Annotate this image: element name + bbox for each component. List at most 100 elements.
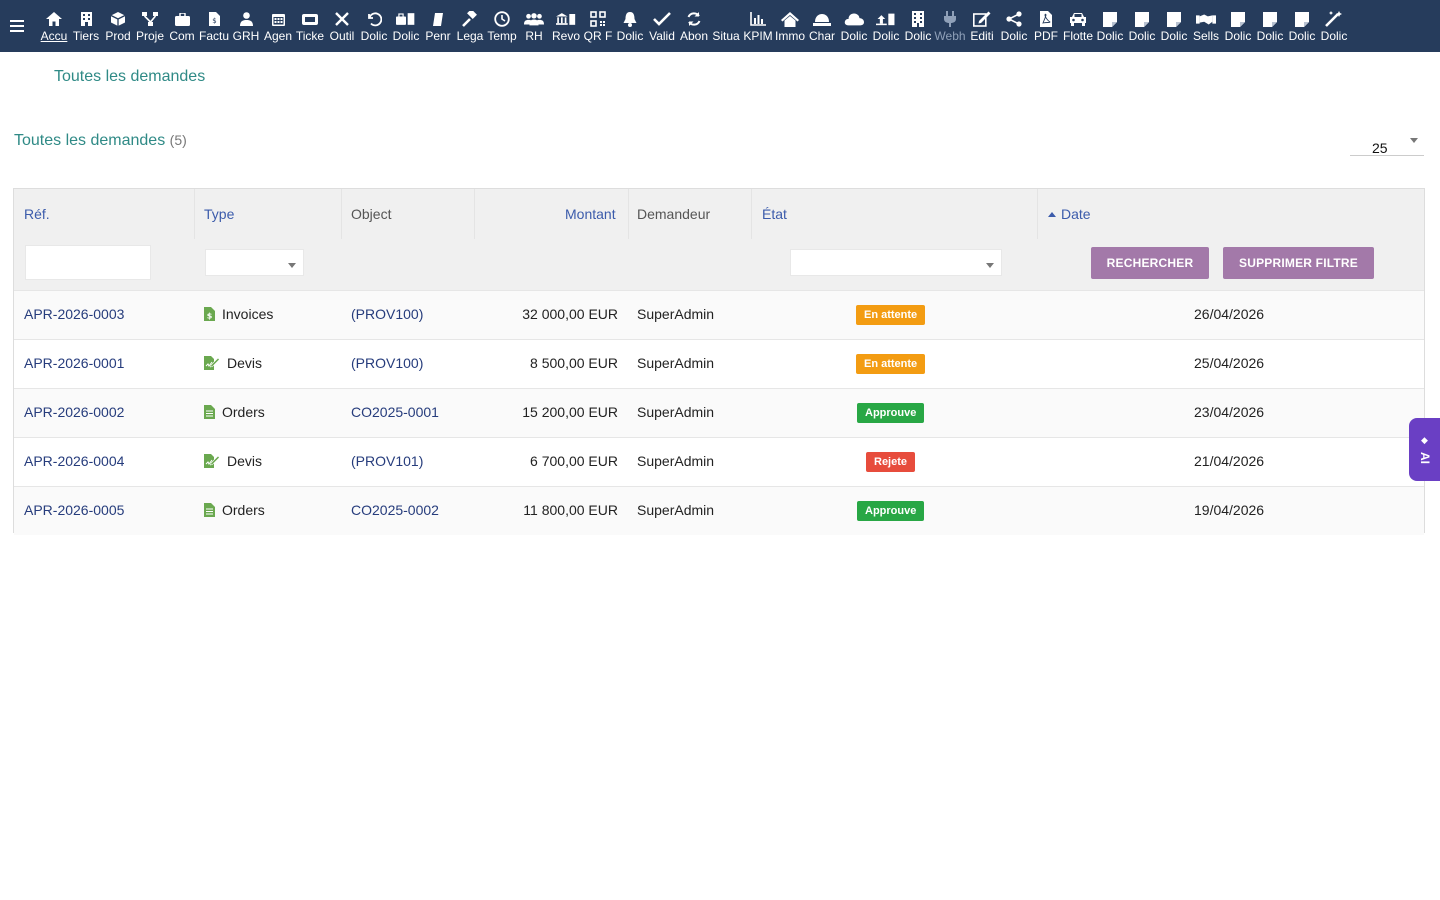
ref-filter-input[interactable]: [25, 245, 151, 280]
double-check-icon: [652, 10, 672, 28]
menu-item-11[interactable]: Dolic: [358, 0, 390, 52]
type-filter-select[interactable]: [205, 249, 304, 276]
invoice-icon: $: [204, 10, 224, 28]
menu-item-label: Com: [169, 29, 195, 43]
ref-link[interactable]: APR-2026-0003: [24, 306, 124, 322]
menu-item-36[interactable]: Dolic: [1158, 0, 1190, 52]
menu-item-35[interactable]: Dolic: [1126, 0, 1158, 52]
bell-icon: [620, 10, 640, 28]
menu-item-34[interactable]: Dolic: [1094, 0, 1126, 52]
edit-icon: [972, 10, 992, 28]
menu-item-22[interactable]: Situa: [710, 0, 742, 52]
hamburger-menu-icon[interactable]: [0, 0, 34, 52]
order-file-icon: [204, 405, 215, 422]
menu-item-8[interactable]: Agen: [262, 0, 294, 52]
ai-assistant-tab[interactable]: ◆ AI: [1409, 418, 1440, 481]
menu-item-41[interactable]: Dolic: [1318, 0, 1350, 52]
menu-item-28[interactable]: Dolic: [902, 0, 934, 52]
type-label: Devis: [227, 453, 263, 469]
menu-item-19[interactable]: Dolic: [614, 0, 646, 52]
menu-item-16[interactable]: RH: [518, 0, 550, 52]
menu-item-37[interactable]: Sells: [1190, 0, 1222, 52]
column-header-state[interactable]: État: [762, 206, 787, 222]
car-icon: [1068, 10, 1088, 28]
table-row: APR-2026-0005 Orders CO2025-0002 11 800,00 …: [14, 486, 1424, 535]
ticket-icon: [300, 10, 320, 28]
menu-item-32[interactable]: PDF: [1030, 0, 1062, 52]
state-filter-select[interactable]: [790, 249, 1002, 276]
column-header-date-label: Date: [1061, 206, 1091, 222]
menu-item-label: Dolic: [1160, 29, 1188, 43]
list-count: (5): [169, 132, 187, 148]
menu-item-label: Outil: [329, 29, 355, 43]
toolbox-icon: [396, 10, 416, 28]
ref-link[interactable]: APR-2026-0002: [24, 404, 124, 420]
ref-link[interactable]: APR-2026-0001: [24, 355, 124, 371]
office-icon: [908, 10, 928, 28]
menu-item-label: RH: [525, 29, 543, 43]
menu-item-25[interactable]: Char: [806, 0, 838, 52]
column-header-ref[interactable]: Réf.: [24, 206, 50, 222]
menu-item-label: Revo: [551, 29, 580, 43]
menu-item-label: KPIM: [743, 29, 773, 43]
menu-item-6[interactable]: $ Factu: [198, 0, 230, 52]
menu-item-18[interactable]: QR F: [582, 0, 614, 52]
menu-item-20[interactable]: Valid: [646, 0, 678, 52]
menu-item-label: Dolic: [1320, 29, 1348, 43]
menu-item-label: Valid: [649, 29, 675, 43]
menu-item-4[interactable]: Proje: [134, 0, 166, 52]
page-size-select[interactable]: 25: [1350, 133, 1424, 156]
menu-item-1[interactable]: Accu: [38, 0, 70, 52]
menu-item-2[interactable]: Tiers: [70, 0, 102, 52]
menu-item-label: Dolic: [872, 29, 900, 43]
menu-item-14[interactable]: Lega: [454, 0, 486, 52]
type-cell: Orders: [204, 502, 265, 520]
menu-item-5[interactable]: Com: [166, 0, 198, 52]
menu-item-12[interactable]: Dolic: [390, 0, 422, 52]
menu-item-21[interactable]: Abon: [678, 0, 710, 52]
clear-filter-button[interactable]: SUPPRIMER FILTRE: [1223, 247, 1374, 279]
menu-item-30[interactable]: Editi: [966, 0, 998, 52]
column-header-date[interactable]: Date: [1048, 206, 1091, 222]
search-button[interactable]: RECHERCHER: [1091, 247, 1209, 279]
object-link[interactable]: CO2025-0002: [351, 502, 439, 518]
menu-item-label: Dolic: [392, 29, 420, 43]
menu-item-label: Editi: [970, 29, 994, 43]
ref-link[interactable]: APR-2026-0005: [24, 502, 124, 518]
menu-item-3[interactable]: Prod: [102, 0, 134, 52]
menu-item-label: Dolic: [1000, 29, 1028, 43]
menu-item-38[interactable]: Dolic: [1222, 0, 1254, 52]
object-link[interactable]: CO2025-0001: [351, 404, 439, 420]
breadcrumb[interactable]: Toutes les demandes: [54, 68, 205, 86]
column-header-amount[interactable]: Montant: [565, 206, 616, 222]
object-link[interactable]: (PROV100): [351, 355, 423, 371]
menu-item-label: Situa: [712, 29, 740, 43]
menu-item-29[interactable]: Webh: [934, 0, 966, 52]
menu-item-23[interactable]: KPIM: [742, 0, 774, 52]
menu-item-26[interactable]: Dolic: [838, 0, 870, 52]
menu-item-31[interactable]: Dolic: [998, 0, 1030, 52]
blank-icon: [716, 10, 736, 28]
menu-item-39[interactable]: Dolic: [1254, 0, 1286, 52]
menu-item-label: Prod: [105, 29, 131, 43]
table-row: APR-2026-0001 Devis (PROV100) 8 500,00 EUR S…: [14, 339, 1424, 388]
object-link[interactable]: (PROV101): [351, 453, 423, 469]
menu-item-7[interactable]: GRH: [230, 0, 262, 52]
column-header-type[interactable]: Type: [204, 206, 234, 222]
building-icon: [76, 10, 96, 28]
menu-item-33[interactable]: Flotte: [1062, 0, 1094, 52]
menu-item-40[interactable]: Dolic: [1286, 0, 1318, 52]
menu-item-17[interactable]: Revo: [550, 0, 582, 52]
menu-item-27[interactable]: Dolic: [870, 0, 902, 52]
menu-item-9[interactable]: Ticke: [294, 0, 326, 52]
object-link[interactable]: (PROV100): [351, 306, 423, 322]
amount-value: 11 800,00 EUR: [523, 502, 618, 518]
status-badge: Approuve: [857, 501, 925, 521]
ref-link[interactable]: APR-2026-0004: [24, 453, 124, 469]
type-cell: Devis: [204, 453, 262, 471]
menu-item-15[interactable]: Temp: [486, 0, 518, 52]
menu-item-24[interactable]: Immo: [774, 0, 806, 52]
menu-item-label: Dolic: [616, 29, 644, 43]
menu-item-13[interactable]: Penr: [422, 0, 454, 52]
menu-item-10[interactable]: Outil: [326, 0, 358, 52]
